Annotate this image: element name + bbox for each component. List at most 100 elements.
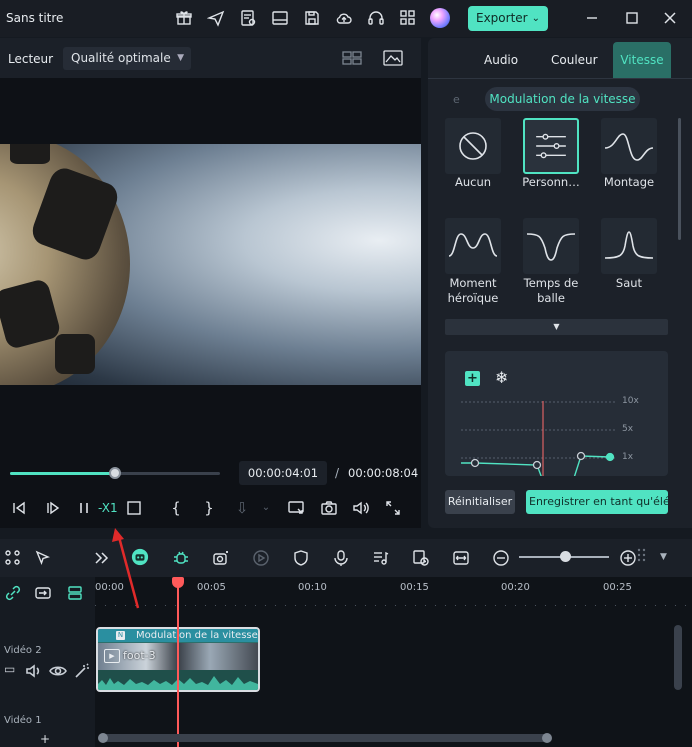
magic-wand-icon[interactable] [73,662,89,678]
preset-label: Saut [615,276,643,290]
grid-dots-icon[interactable] [634,547,648,565]
folder-icon[interactable]: ▭ [4,662,15,676]
expand-toolbar-icon[interactable] [92,549,110,567]
player-panel: Lecteur Qualité optimale ▼ 00:00:04:01 / … [0,38,421,528]
preset-bullet-time[interactable] [523,218,579,274]
preset-label: Personn… [522,175,580,189]
tab-vitesse[interactable]: Vitesse [613,42,671,78]
preset-label: Temps de balle [523,276,579,305]
preset-jump[interactable] [601,218,657,274]
chevron-down-icon: ▼ [177,53,184,63]
preset-none[interactable] [445,118,501,174]
play-circle-icon[interactable] [252,549,270,567]
bullet-curve-icon [526,233,576,261]
shield-icon[interactable] [292,549,310,567]
playback-slider[interactable] [10,467,220,479]
preset-montage[interactable] [601,118,657,174]
ai-robot-icon[interactable] [131,548,151,568]
headset-icon[interactable] [367,9,385,27]
mark-in-icon[interactable]: { [167,499,185,517]
tab-divider [428,78,692,79]
music-list-icon[interactable] [372,549,390,567]
track-name-video-1: Vidéo 1 [4,715,42,726]
avatar[interactable] [430,8,450,28]
chevron-down-icon[interactable]: ▼ [660,552,667,562]
jump-curve-icon [604,231,654,259]
montage-curve-icon [604,133,654,161]
chevron-down-icon[interactable]: ⌄ [257,499,275,517]
time-ruler[interactable]: 00:00 00:05 00:10 00:15 00:20 00:25 [95,577,692,607]
send-icon[interactable] [206,9,225,27]
export-label: Exporter [476,11,528,25]
quality-select[interactable]: Qualité optimale ▼ [63,47,191,70]
export-button[interactable]: Exporter ⌄ [468,6,548,31]
maximize-icon[interactable] [623,9,641,27]
video-preview[interactable] [0,144,421,385]
next-frame-icon[interactable] [44,499,62,517]
subtab-speed-ramping[interactable]: Modulation de la vitesse [485,87,640,111]
save-as-preset-button[interactable]: Enregistrer en tant qu'élé… [526,490,668,514]
speed-curve-editor[interactable]: + ❄ 10x 5x 1x [445,351,668,476]
bug-ai-icon[interactable] [172,549,190,567]
minimize-icon[interactable] [583,9,601,27]
ai-camera-icon[interactable] [212,549,230,567]
preset-label: Aucun [454,175,492,189]
previous-frame-icon[interactable] [10,499,28,517]
tab-audio[interactable]: Audio [484,53,518,67]
microphone-icon[interactable] [332,549,350,567]
panel-scrollbar[interactable] [678,118,681,240]
tab-couleur[interactable]: Couleur [551,53,598,67]
playback-handle[interactable] [109,467,121,479]
timeline-vertical-scrollbar[interactable] [674,625,682,690]
caret-down-icon: ▼ [553,322,560,331]
expand-presets-button[interactable]: ▼ [445,319,668,335]
preset-hero-moment[interactable] [445,218,501,274]
link-icon[interactable] [4,584,22,602]
play-icon: ▶ [104,649,120,663]
layout-icon[interactable] [271,9,289,27]
swap-icon[interactable] [452,549,470,567]
fullscreen-icon[interactable] [384,499,402,517]
track-transfer-icon[interactable] [34,584,52,602]
current-time[interactable]: 00:00:04:01 [239,461,327,485]
settings-doc-icon[interactable] [239,9,257,27]
volume-icon[interactable] [352,499,370,517]
stop-icon[interactable] [125,499,143,517]
display-icon[interactable] [287,499,305,517]
camera-icon[interactable] [320,499,338,517]
gift-icon[interactable] [175,9,193,27]
playhead-line[interactable] [177,584,179,747]
ruler-label: 00:15 [400,582,429,593]
reset-button[interactable]: Réinitialiser [445,490,515,514]
preset-label: Montage [603,175,655,189]
close-icon[interactable] [661,9,679,27]
grid-view-icon[interactable] [342,49,362,67]
no-symbol-icon [459,132,487,160]
cloud-upload-icon[interactable] [335,9,353,27]
preset-custom[interactable] [523,118,579,174]
add-track-button[interactable]: + [40,732,50,746]
subtab-previous[interactable]: e [453,93,460,106]
track-layout-icon[interactable] [66,584,84,602]
sliders-icon [536,133,566,159]
select-tool-icon[interactable] [34,549,52,567]
hero-curve-icon [448,233,498,257]
ruler-ticks [95,605,692,606]
mark-out-icon[interactable]: } [200,499,218,517]
chevron-down-icon[interactable]: ⌄ [532,6,540,31]
clip-clock-icon[interactable] [412,549,430,567]
insert-icon[interactable]: ⇩ [233,499,251,517]
speaker-icon[interactable] [25,662,40,678]
zoom-handle[interactable] [560,551,571,562]
eye-icon[interactable] [49,662,67,676]
playback-progress [10,472,115,475]
playback-speed[interactable]: -X1 [98,501,118,515]
pause-icon[interactable] [75,499,93,517]
layout-grid-icon[interactable] [4,549,22,567]
save-icon[interactable] [303,9,321,27]
timeline-horizontal-scrollbar[interactable] [98,733,552,743]
apps-grid-icon[interactable] [399,9,417,27]
time-separator: / [335,466,340,480]
image-icon[interactable] [383,49,403,67]
zoom-out-icon[interactable] [492,549,510,567]
